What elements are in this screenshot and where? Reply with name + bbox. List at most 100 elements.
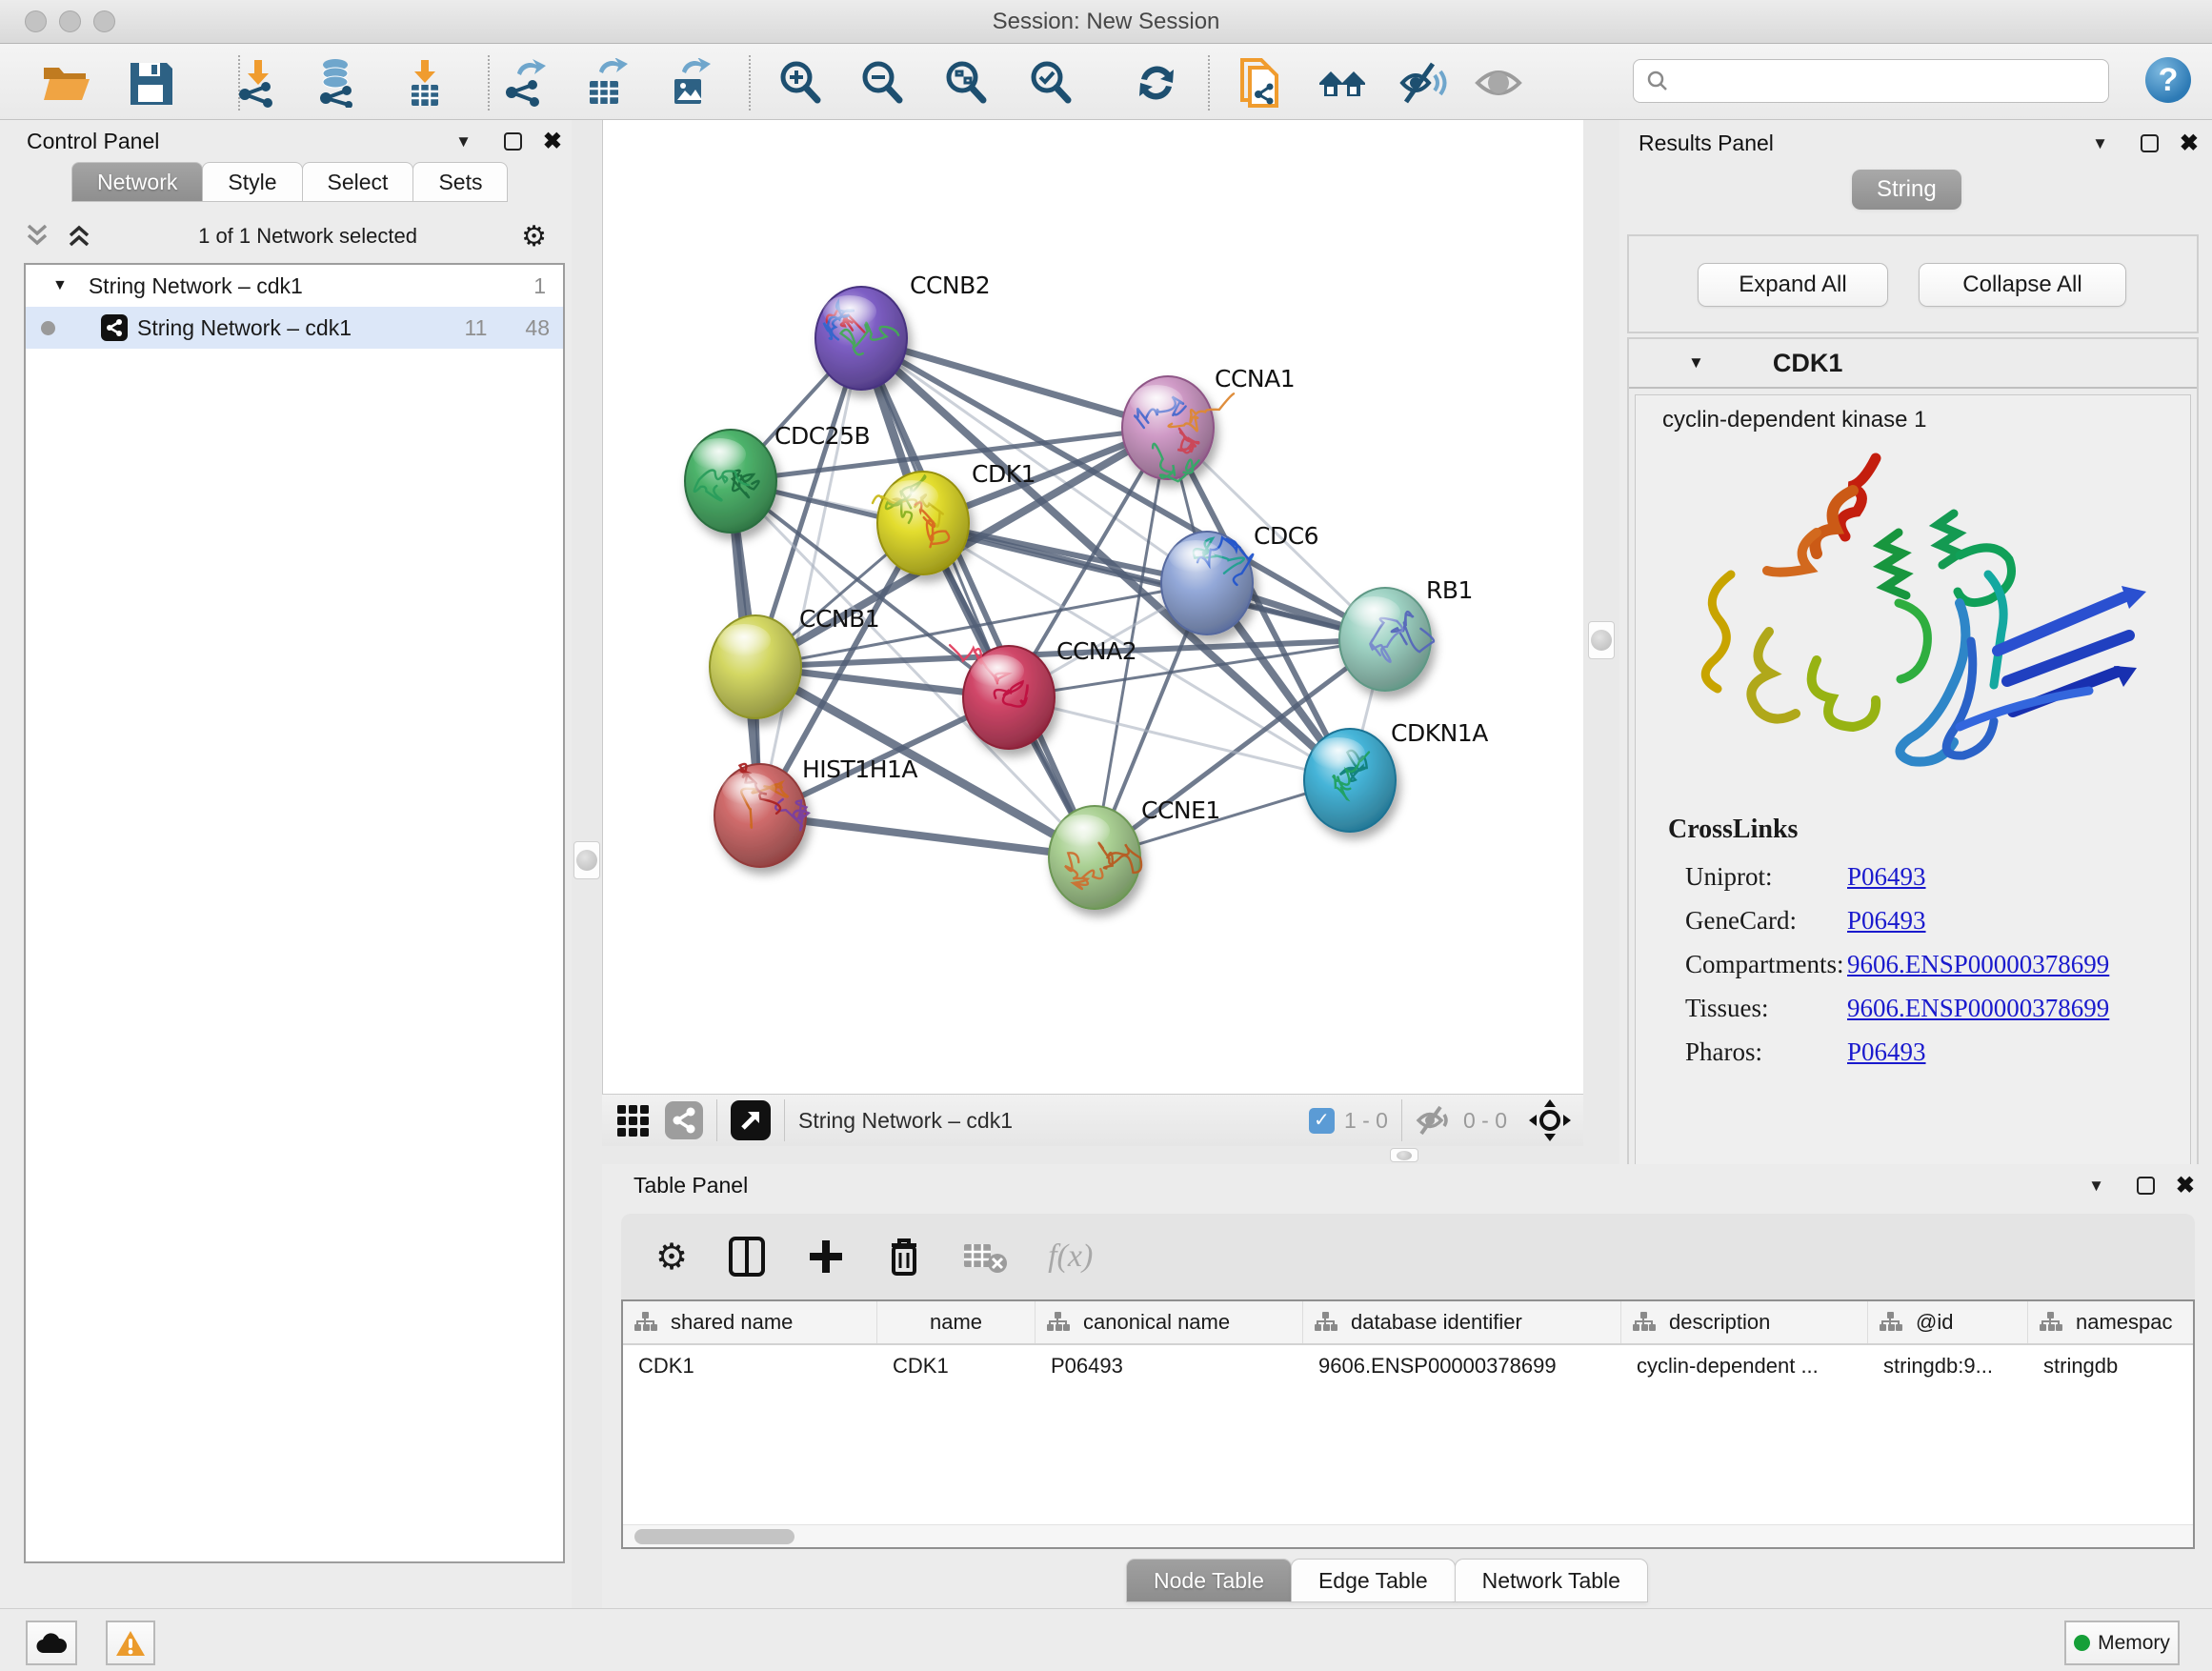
table-cell[interactable]: CDK1 bbox=[877, 1354, 1036, 1379]
tab-select[interactable]: Select bbox=[302, 162, 414, 202]
table-cell[interactable]: CDK1 bbox=[623, 1354, 877, 1379]
tab-network[interactable]: Network bbox=[71, 162, 203, 202]
column-header-3[interactable]: database identifier bbox=[1303, 1301, 1621, 1343]
network-row[interactable]: String Network – cdk1 11 48 bbox=[26, 307, 563, 349]
zoom-selected-icon[interactable] bbox=[1026, 58, 1076, 108]
houses-icon[interactable] bbox=[1317, 58, 1367, 108]
node-label-RB1: RB1 bbox=[1426, 576, 1473, 604]
crosslink-link-2[interactable]: 9606.ENSP00000378699 bbox=[1847, 950, 2109, 979]
import-table-icon[interactable] bbox=[400, 58, 450, 108]
selected-nodes-checkbox-icon[interactable]: ✓ bbox=[1309, 1108, 1335, 1134]
network-canvas[interactable]: CCNB2CCNA1CDC25BCDK1CDC6RB1CCNB1CCNA2CDK… bbox=[602, 120, 1583, 1094]
network-status-dot-icon bbox=[41, 321, 55, 335]
panel-menu-icon[interactable]: ▼ bbox=[455, 132, 472, 151]
network-node-HIST1H1A[interactable]: HIST1H1A bbox=[714, 755, 917, 867]
cloud-button[interactable] bbox=[26, 1621, 77, 1665]
zoom-fit-icon[interactable] bbox=[941, 58, 991, 108]
zoom-in-icon[interactable] bbox=[775, 58, 825, 108]
tab-node-table[interactable]: Node Table bbox=[1126, 1559, 1292, 1602]
gene-details: cyclin-dependent kinase 1 bbox=[1635, 394, 2191, 1172]
import-network-file-icon[interactable] bbox=[233, 58, 283, 108]
table-cell[interactable]: P06493 bbox=[1036, 1354, 1303, 1379]
column-type-icon bbox=[2038, 1311, 2062, 1334]
table-cell[interactable]: stringdb:9... bbox=[1868, 1354, 2028, 1379]
export-table-icon[interactable] bbox=[582, 58, 632, 108]
table-cell[interactable]: cyclin-dependent ... bbox=[1621, 1354, 1868, 1379]
warnings-button[interactable] bbox=[106, 1621, 155, 1665]
left-splitter[interactable] bbox=[572, 120, 602, 1608]
table-row[interactable]: CDK1CDK1P064939606.ENSP00000378699cyclin… bbox=[623, 1345, 2193, 1387]
network-node-CDKN1A[interactable]: CDKN1A bbox=[1304, 719, 1488, 832]
tab-sets[interactable]: Sets bbox=[412, 162, 508, 202]
crosslink-link-4[interactable]: P06493 bbox=[1847, 1037, 1926, 1067]
table-cell[interactable]: stringdb bbox=[2028, 1354, 2195, 1379]
tab-style[interactable]: Style bbox=[202, 162, 302, 202]
results-menu-icon[interactable]: ▼ bbox=[2092, 134, 2108, 153]
fit-content-crosshair-icon[interactable] bbox=[1528, 1098, 1572, 1142]
network-file-share-icon[interactable] bbox=[1235, 58, 1284, 108]
table-settings-gear-icon[interactable]: ⚙ bbox=[655, 1236, 688, 1278]
export-image-icon[interactable] bbox=[665, 58, 714, 108]
delete-column-icon[interactable] bbox=[886, 1236, 922, 1278]
table-cell[interactable]: 9606.ENSP00000378699 bbox=[1303, 1354, 1621, 1379]
zoom-out-icon[interactable] bbox=[857, 58, 907, 108]
show-columns-icon[interactable] bbox=[728, 1236, 766, 1278]
node-label-CCNA1: CCNA1 bbox=[1215, 365, 1295, 393]
tree-expand-icon[interactable]: ▼ bbox=[52, 277, 68, 294]
detach-view-icon[interactable] bbox=[731, 1100, 771, 1140]
network-edge[interactable] bbox=[760, 338, 861, 815]
column-header-1[interactable]: name bbox=[877, 1301, 1036, 1343]
tab-edge-table[interactable]: Edge Table bbox=[1291, 1559, 1456, 1602]
expand-collapse-box: Expand All Collapse All bbox=[1627, 234, 2199, 333]
expand-all-icon[interactable] bbox=[66, 220, 94, 252]
node-label-CDK1: CDK1 bbox=[972, 460, 1036, 488]
column-header-4[interactable]: description bbox=[1621, 1301, 1868, 1343]
tab-network-table[interactable]: Network Table bbox=[1455, 1559, 1648, 1602]
network-options-gear-icon[interactable]: ⚙ bbox=[521, 220, 547, 253]
search-input[interactable] bbox=[1633, 59, 2109, 103]
show-graphics-details-icon[interactable] bbox=[1474, 58, 1523, 108]
crosslink-label: Tissues: bbox=[1668, 994, 1847, 1023]
gene-collapse-icon[interactable]: ▼ bbox=[1688, 353, 1704, 372]
save-session-icon[interactable] bbox=[126, 58, 175, 108]
table-close-icon[interactable]: ✖ bbox=[2176, 1172, 2195, 1199]
network-collection-row[interactable]: ▼ String Network – cdk1 1 bbox=[26, 265, 563, 307]
network-share-gray-icon[interactable] bbox=[665, 1101, 703, 1139]
results-float-icon[interactable] bbox=[2141, 134, 2159, 152]
import-network-database-icon[interactable] bbox=[312, 58, 362, 108]
refresh-layout-icon[interactable] bbox=[1132, 58, 1181, 108]
network-edge[interactable] bbox=[760, 815, 1095, 857]
close-panel-icon[interactable]: ✖ bbox=[543, 128, 562, 155]
network-node-CCNE1[interactable]: CCNE1 bbox=[1049, 796, 1220, 909]
network-view-title: String Network – cdk1 bbox=[798, 1108, 1013, 1134]
crosslink-link-1[interactable]: P06493 bbox=[1847, 906, 1926, 936]
node-gloss bbox=[1130, 385, 1183, 417]
add-column-icon[interactable] bbox=[806, 1237, 846, 1277]
column-header-6[interactable]: namespac bbox=[2028, 1301, 2195, 1343]
export-network-icon[interactable] bbox=[500, 58, 550, 108]
network-node-RB1[interactable]: RB1 bbox=[1339, 576, 1473, 691]
hidden-eye-icon[interactable] bbox=[1416, 1104, 1456, 1137]
network-node-CCNA1[interactable]: CCNA1 bbox=[1122, 365, 1295, 481]
crosslink-link-3[interactable]: 9606.ENSP00000378699 bbox=[1847, 994, 2109, 1023]
crosslink-link-0[interactable]: P06493 bbox=[1847, 862, 1926, 892]
help-button[interactable]: ? bbox=[2145, 57, 2191, 103]
collapse-all-button[interactable]: Collapse All bbox=[1919, 263, 2126, 307]
grid-view-icon[interactable] bbox=[615, 1101, 654, 1139]
table-menu-icon[interactable]: ▼ bbox=[2088, 1177, 2104, 1196]
tab-string[interactable]: String bbox=[1852, 170, 1961, 210]
open-session-icon[interactable] bbox=[40, 58, 90, 108]
table-hscrollbar[interactable] bbox=[623, 1524, 2193, 1547]
column-header-2[interactable]: canonical name bbox=[1036, 1301, 1303, 1343]
results-close-icon[interactable]: ✖ bbox=[2180, 130, 2199, 157]
collapse-all-icon[interactable] bbox=[24, 220, 52, 252]
right-splitter[interactable] bbox=[1583, 120, 1619, 1164]
hide-graphics-details-icon[interactable] bbox=[1398, 58, 1448, 108]
float-panel-icon[interactable] bbox=[504, 132, 522, 151]
column-header-5[interactable]: @id bbox=[1868, 1301, 2028, 1343]
column-header-0[interactable]: shared name bbox=[623, 1301, 877, 1343]
gene-header-row[interactable]: ▼ CDK1 bbox=[1629, 339, 2197, 389]
memory-button[interactable]: Memory bbox=[2064, 1621, 2180, 1665]
table-float-icon[interactable] bbox=[2137, 1177, 2155, 1195]
expand-all-button[interactable]: Expand All bbox=[1698, 263, 1888, 307]
